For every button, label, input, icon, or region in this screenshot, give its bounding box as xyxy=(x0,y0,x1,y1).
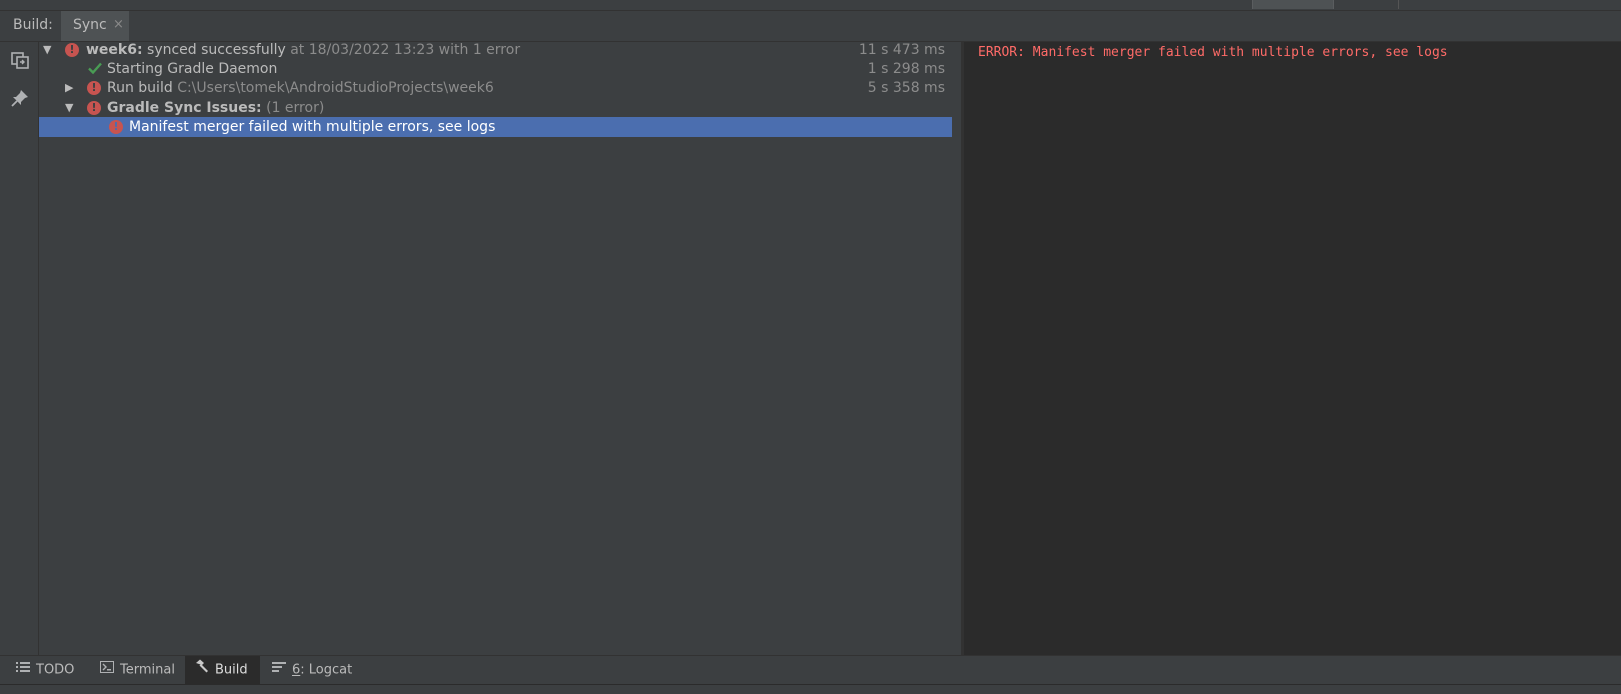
tree-row-daemon[interactable]: Starting Gradle Daemon 1 s 298 ms xyxy=(39,59,961,79)
collapse-arrow-icon[interactable]: ▼ xyxy=(65,98,75,118)
close-icon[interactable]: × xyxy=(113,17,124,32)
tab-sync[interactable]: Sync × xyxy=(61,11,129,41)
run-build-duration: 5 s 358 ms xyxy=(867,80,945,96)
tool-tab-logcat[interactable]: 6: Logcat xyxy=(272,656,372,684)
error-icon: ! xyxy=(87,101,101,115)
build-tree: ▼ ! week6: synced successfully at 18/03/… xyxy=(39,42,961,655)
toolbar-divider xyxy=(1398,0,1399,9)
top-toolbar-button[interactable] xyxy=(1252,0,1334,9)
check-icon xyxy=(87,60,103,76)
daemon-label: Starting Gradle Daemon xyxy=(107,61,278,77)
build-panel-label: Build: xyxy=(13,17,53,33)
restore-layout-icon[interactable] xyxy=(10,50,30,70)
daemon-duration: 1 s 298 ms xyxy=(867,61,945,77)
top-strip xyxy=(0,0,1621,11)
tool-window-bar: TODO Terminal Build 6: Logcat xyxy=(0,655,1621,684)
tree-row-sync-issues[interactable]: ▼ ! Gradle Sync Issues: (1 error) xyxy=(39,98,961,118)
root-meta: at 18/03/2022 13:23 with 1 error xyxy=(290,42,521,58)
root-project-name: week6: xyxy=(86,42,143,58)
manifest-error-label: Manifest merger failed with multiple err… xyxy=(129,119,496,135)
build-toolbar xyxy=(0,42,39,655)
tool-tab-todo[interactable]: TODO xyxy=(14,656,84,684)
error-icon: ! xyxy=(65,43,79,57)
run-build-label: Run build xyxy=(107,80,173,96)
logcat-icon xyxy=(272,656,286,684)
list-icon xyxy=(16,656,30,684)
sync-issues-count: (1 error) xyxy=(266,100,325,116)
error-icon: ! xyxy=(87,81,101,95)
console-error-line[interactable]: ERROR: Manifest merger failed with multi… xyxy=(978,45,1448,60)
tree-row-manifest-error[interactable]: ! Manifest merger failed with multiple e… xyxy=(39,117,952,137)
tool-tab-logcat-label: : Logcat xyxy=(300,662,353,678)
sync-issues-label: Gradle Sync Issues: xyxy=(107,100,262,116)
tool-tab-todo-label: TODO xyxy=(36,662,75,678)
tree-row-run-build[interactable]: ▶ ! Run build C:\Users\tomek\AndroidStud… xyxy=(39,78,961,98)
collapse-arrow-icon[interactable]: ▼ xyxy=(43,40,53,60)
tool-tab-build-label: Build xyxy=(215,662,248,678)
run-build-path: C:\Users\tomek\AndroidStudioProjects\wee… xyxy=(177,80,494,96)
build-output-console[interactable]: ERROR: Manifest merger failed with multi… xyxy=(964,42,1621,655)
build-tab-bar: Build: Sync × xyxy=(0,11,1621,42)
expand-arrow-icon[interactable]: ▶ xyxy=(65,78,75,98)
tool-tab-build[interactable]: Build xyxy=(185,656,260,684)
tool-tab-terminal-label: Terminal xyxy=(120,662,175,678)
tree-row-root[interactable]: ▼ ! week6: synced successfully at 18/03/… xyxy=(39,40,961,60)
root-duration: 11 s 473 ms xyxy=(858,42,945,58)
pin-icon[interactable] xyxy=(10,88,30,108)
tool-tab-terminal[interactable]: Terminal xyxy=(100,656,182,684)
hammer-icon xyxy=(195,656,209,684)
tab-sync-label: Sync xyxy=(73,17,107,33)
terminal-icon xyxy=(100,656,114,684)
root-status: synced successfully xyxy=(147,42,286,58)
error-icon: ! xyxy=(109,120,123,134)
